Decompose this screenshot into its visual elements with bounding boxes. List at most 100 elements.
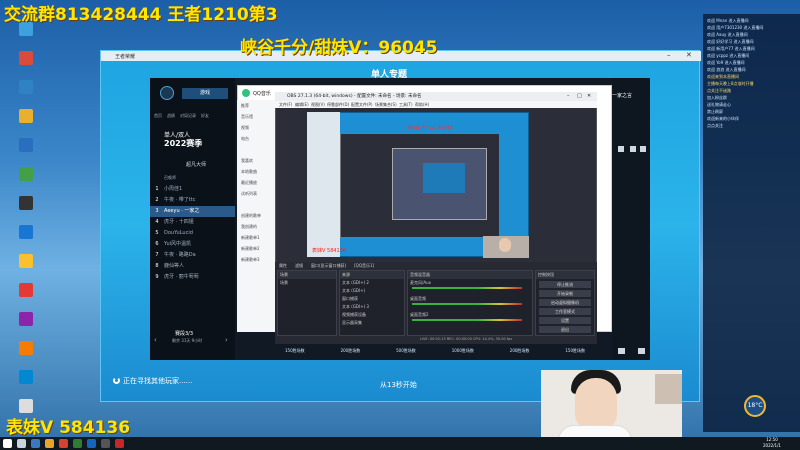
obs-menu-item[interactable]: 编辑(E) [295, 102, 309, 108]
taskview-icon[interactable] [31, 439, 40, 448]
tab-friends[interactable]: 好友 [201, 113, 209, 119]
video-icon[interactable] [630, 146, 636, 152]
prev-page-icon[interactable]: ‹ [154, 336, 157, 344]
obs-menu-item[interactable]: 场景集合(S) [375, 102, 397, 108]
app-icon[interactable] [115, 439, 124, 448]
search-icon[interactable] [17, 439, 26, 448]
obs-control-button[interactable]: 停止推流 [539, 281, 591, 288]
qq-sidebar-item[interactable]: 新建歌单2 [237, 243, 275, 254]
volume-meter[interactable] [412, 319, 522, 321]
desktop-icon[interactable] [2, 109, 50, 136]
rank-row[interactable]: 5 DouYuLucid [150, 228, 235, 239]
minimize-icon[interactable]: – [567, 93, 570, 99]
obs-menu-item[interactable]: 工具(T) [399, 102, 413, 108]
qq-sidebar-item[interactable]: 最近播放 [237, 177, 275, 188]
tab-stats[interactable]: 战绩 [167, 113, 175, 119]
desktop-icon[interactable] [2, 80, 50, 107]
qq-sidebar-item[interactable]: 推荐 [237, 100, 275, 111]
obs-control-button[interactable]: 启动虚拟摄像机 [539, 299, 591, 306]
qq-sidebar-item[interactable]: 视频 [237, 122, 275, 133]
qq-sidebar-item[interactable]: 新建歌单3 [237, 254, 275, 265]
desktop-icon[interactable] [2, 196, 50, 223]
rank-row[interactable]: 6 Yui风中温凯 [150, 239, 235, 250]
qq-sidebar-item[interactable]: 试听列表 [237, 188, 275, 199]
chat-line: 欢迎 新用户77 进入直播间 [707, 46, 755, 51]
desktop-icon[interactable] [2, 22, 50, 49]
obs-menu-item[interactable]: 配置文件(P) [351, 102, 373, 108]
qq-sidebar-item[interactable]: 音乐馆 [237, 111, 275, 122]
mixer-channel-label: 桌面音频 [410, 296, 426, 301]
qq-sidebar-item[interactable]: 创建的歌单 [237, 210, 275, 221]
tab-records[interactable]: 对局记录 [180, 113, 196, 119]
rank-row[interactable]: 9 虎牙 · 丽牛萄萄 [150, 272, 235, 283]
qq-sidebar-item[interactable] [237, 144, 275, 155]
obs-control-button[interactable]: 退出 [539, 326, 591, 333]
qq-sidebar-item[interactable]: 电台 [237, 133, 275, 144]
obs-toolbar-item[interactable]: 属性 [279, 262, 287, 269]
desktop-icon[interactable] [2, 341, 50, 368]
rank-row[interactable]: 8 鹿仙等人 [150, 261, 235, 272]
share-icon[interactable] [638, 348, 645, 354]
obs-menu-item[interactable]: 停靠部件(D) [327, 102, 349, 108]
volume-meter[interactable] [412, 287, 522, 289]
heart-icon[interactable] [618, 348, 625, 354]
source-item[interactable]: 窗口捕获 [340, 295, 404, 303]
obs-toolbar-item[interactable]: 窗口(显示窗口捕获) [311, 262, 346, 269]
desktop-icon[interactable] [2, 312, 50, 339]
rank-row[interactable]: 2 午夜 · 带了ttc [150, 195, 235, 206]
app-icon[interactable] [59, 439, 68, 448]
start-icon[interactable] [3, 439, 12, 448]
qq-sidebar-item[interactable]: 本地歌曲 [237, 166, 275, 177]
app-icon[interactable] [87, 439, 96, 448]
close-icon[interactable]: ✕ [686, 51, 692, 59]
close-icon[interactable]: ✕ [587, 93, 591, 99]
qq-sidebar-item[interactable]: 我喜欢 [237, 155, 275, 166]
taskbar-clock[interactable]: 12:50 2022/1/1 [757, 437, 787, 449]
folder-icon[interactable] [618, 146, 624, 152]
rank-row[interactable]: 3 Aeeyu · 一家之 [150, 206, 235, 217]
obs-toolbar-item[interactable]: 滤镜 [295, 262, 303, 269]
rank-row[interactable]: 7 午夜 · 路路Da [150, 250, 235, 261]
desktop-icon[interactable] [2, 283, 50, 310]
volume-meter[interactable] [412, 303, 522, 305]
gift-icon[interactable] [640, 146, 646, 152]
desktop-icon[interactable] [2, 138, 50, 165]
rank-number: 3 [155, 208, 159, 214]
source-item[interactable]: 显示器采集 [340, 319, 404, 327]
top-button[interactable]: 游戏 [182, 88, 228, 99]
desktop-icon[interactable] [2, 225, 50, 252]
chat-line: 欢迎 Yo9 进入直播间 [707, 60, 745, 65]
source-item[interactable]: 文本 (GDI+) 2 [340, 279, 404, 287]
explorer-icon[interactable] [45, 439, 54, 448]
obs-control-button[interactable]: 设置 [539, 317, 591, 324]
obs-toolbar-item[interactable]: [QQ音乐1] [354, 262, 374, 269]
rank-row[interactable]: 1 小周佳1 [150, 184, 235, 195]
obs-taskbar-icon[interactable] [101, 439, 110, 448]
obs-menu-item[interactable]: 文件(F) [279, 102, 292, 108]
source-item[interactable]: 视频捕获设备 [340, 311, 404, 319]
desktop-icon[interactable] [2, 51, 50, 78]
desktop-icon[interactable] [2, 167, 50, 194]
tab-home[interactable]: 首页 [154, 113, 162, 119]
maximize-icon[interactable]: □ [577, 93, 582, 99]
matchmaking-text: 正在寻找其他玩家...... [123, 377, 193, 385]
obs-control-button[interactable]: 开始录制 [539, 290, 591, 297]
chat-line: 欢迎 好好学习 进入直播间 [707, 39, 754, 44]
source-item[interactable]: 文本 (GDI+) [340, 287, 404, 295]
source-item[interactable]: 文本 (GDI+) 3 [340, 303, 404, 311]
qq-sidebar-item[interactable]: 新建歌单1 [237, 232, 275, 243]
next-page-icon[interactable]: › [225, 336, 228, 344]
weather-badge[interactable]: 18°C [744, 395, 766, 417]
qq-sidebar-item[interactable]: 我创建的 [237, 221, 275, 232]
desktop-icon[interactable] [2, 254, 50, 281]
preview-webcam-face [499, 238, 511, 252]
obs-control-button[interactable]: 工作室模式 [539, 308, 591, 315]
minimize-icon[interactable]: – [667, 51, 671, 59]
scene-item[interactable]: 场景 [278, 279, 336, 287]
app-icon[interactable] [73, 439, 82, 448]
rank-row[interactable]: 4 虎牙 · 十四姐 [150, 217, 235, 228]
qq-sidebar-item[interactable] [237, 199, 275, 210]
desktop-icon[interactable] [2, 370, 50, 397]
obs-menu-item[interactable]: 帮助(H) [415, 102, 429, 108]
obs-menu-item[interactable]: 视图(V) [311, 102, 325, 108]
